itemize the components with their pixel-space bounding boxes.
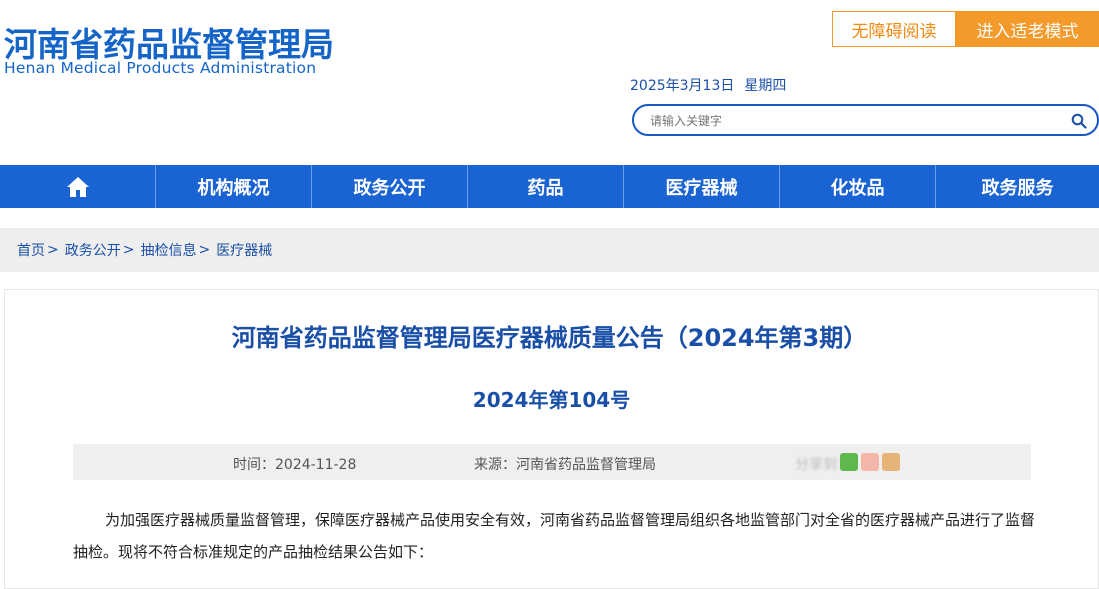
breadcrumb-medical-devices[interactable]: 医疗器械 — [216, 240, 272, 260]
wechat-icon[interactable] — [840, 453, 858, 471]
breadcrumb-government-affairs[interactable]: 政务公开 — [65, 240, 121, 260]
breadcrumb-home[interactable]: 首页 — [17, 240, 45, 260]
current-date: 2025年3月13日 星期四 — [630, 75, 796, 95]
site-logo-english[interactable]: Henan Medical Products Administration — [4, 59, 316, 77]
breadcrumb: 首页 > 政务公开 > 抽检信息 > 医疗器械 — [0, 228, 1099, 272]
search-icon — [1071, 113, 1087, 129]
home-icon — [66, 176, 89, 197]
date-text: 2025年3月13日 — [630, 78, 735, 94]
publish-time: 时间：2024-11-28 — [233, 457, 357, 473]
search-box — [632, 104, 1099, 136]
article-source: 来源：河南省药品监督管理局 — [474, 457, 656, 473]
article-body: 为加强医疗器械质量监督管理，保障医疗器械产品使用安全有效，河南省药品监督管理局组… — [73, 504, 1038, 568]
weekday-text: 星期四 — [744, 78, 787, 94]
article-title: 河南省药品监督管理局医疗器械质量公告（2024年第3期） — [231, 324, 868, 352]
qzone-icon[interactable] — [882, 453, 900, 471]
accessibility-reading-button[interactable]: 无障碍阅读 — [832, 11, 956, 47]
breadcrumb-separator: > — [47, 242, 59, 258]
nav-item-drugs[interactable]: 药品 — [468, 165, 624, 208]
article-meta-bar: 时间：2024-11-28 来源：河南省药品监督管理局 分享到： — [73, 444, 1031, 480]
search-button[interactable] — [1067, 110, 1091, 132]
nav-home[interactable] — [0, 165, 156, 208]
document-number: 2024年第104号 — [472, 388, 631, 412]
nav-item-organization[interactable]: 机构概况 — [156, 165, 312, 208]
breadcrumb-separator: > — [122, 242, 135, 258]
main-nav: 机构概况 政务公开 药品 医疗器械 化妆品 政务服务 — [0, 165, 1099, 208]
nav-item-cosmetics[interactable]: 化妆品 — [780, 165, 936, 208]
elder-mode-button[interactable]: 进入适老模式 — [956, 11, 1099, 47]
nav-item-medical-devices[interactable]: 医疗器械 — [624, 165, 780, 208]
nav-item-government-affairs[interactable]: 政务公开 — [312, 165, 468, 208]
breadcrumb-separator: > — [198, 242, 211, 258]
share-icons — [840, 453, 900, 471]
nav-item-government-services[interactable]: 政务服务 — [936, 165, 1099, 208]
weibo-icon[interactable] — [861, 453, 879, 471]
search-input[interactable] — [648, 106, 1062, 136]
article-paragraph: 为加强医疗器械质量监督管理，保障医疗器械产品使用安全有效，河南省药品监督管理局组… — [73, 511, 1036, 561]
breadcrumb-inspection-info[interactable]: 抽检信息 — [140, 240, 196, 260]
